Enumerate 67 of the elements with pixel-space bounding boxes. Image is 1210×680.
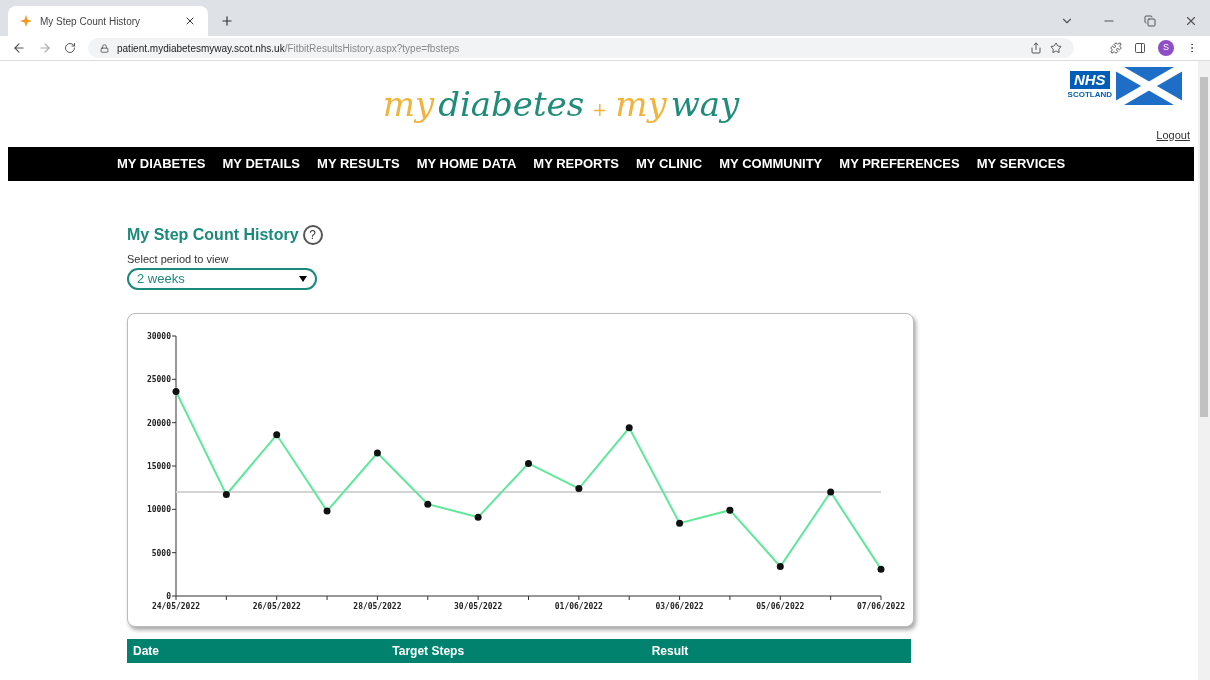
restore-icon[interactable] — [1144, 15, 1156, 27]
tab-title: My Step Count History — [40, 14, 142, 29]
data-point — [373, 449, 381, 456]
nav-link[interactable]: MY DETAILS — [222, 154, 301, 174]
x-tick-label: 24/05/2022 — [151, 601, 201, 611]
y-tick-label: 10000 — [146, 504, 171, 514]
data-point — [776, 562, 784, 570]
x-tick-label: 07/06/2022 — [856, 601, 906, 611]
data-point — [222, 490, 230, 498]
page-title: My Step Count History — [127, 225, 299, 245]
nav-link[interactable]: MY CLINIC — [636, 154, 703, 174]
reload-icon[interactable] — [64, 42, 76, 54]
share-icon[interactable] — [1030, 42, 1042, 54]
extension-icon[interactable] — [1110, 42, 1122, 54]
x-tick-label: 26/05/2022 — [252, 601, 301, 611]
side-panel-icon[interactable] — [1134, 42, 1146, 54]
star-favicon-icon — [20, 15, 32, 27]
data-point — [625, 423, 633, 431]
data-point — [172, 387, 180, 395]
nav-link[interactable]: MY DIABETES — [116, 154, 206, 174]
data-point — [676, 519, 684, 527]
column-header: Target Steps — [392, 642, 466, 660]
data-point — [726, 506, 734, 514]
period-select[interactable]: 2 weeks — [127, 267, 317, 290]
close-tab-icon[interactable] — [184, 15, 196, 27]
y-tick-label: 30000 — [146, 331, 171, 341]
column-header: Result — [651, 642, 690, 660]
data-point — [525, 459, 532, 467]
y-tick-label: 15000 — [146, 461, 171, 471]
close-window-icon[interactable] — [1184, 14, 1198, 28]
y-tick-label: 25000 — [146, 374, 171, 384]
y-tick-label: 0 — [166, 591, 171, 601]
logout-link[interactable]: Logout — [1156, 126, 1190, 143]
nav-link[interactable]: MY RESULTS — [317, 154, 400, 174]
x-tick-label: 28/05/2022 — [353, 601, 402, 611]
lock-icon — [100, 43, 109, 53]
nhs-scotland-logo: NHS SCOTLAND — [1067, 67, 1182, 105]
y-tick-label: 20000 — [146, 418, 171, 428]
url-text: patient.mydiabetesmyway.scot.nhs.uk/FitbitResultsHistory.aspx?type=fbsteps — [117, 41, 461, 56]
new-tab-icon[interactable] — [220, 14, 234, 28]
data-point — [474, 513, 482, 521]
nav-link[interactable]: MY REPORTS — [533, 154, 620, 174]
period-label: Select period to view — [127, 252, 230, 267]
x-tick-label: 30/05/2022 — [454, 601, 503, 611]
bookmark-star-icon[interactable] — [1050, 42, 1062, 54]
data-point — [575, 484, 583, 492]
nav-link[interactable]: MY SERVICES — [976, 154, 1066, 174]
nav-link[interactable]: MY PREFERENCES — [839, 154, 960, 174]
site-logo[interactable]: mydiabetes + myway — [382, 87, 740, 121]
help-button[interactable]: ? — [302, 225, 323, 245]
data-point — [323, 507, 331, 515]
data-point — [827, 488, 835, 495]
y-tick-label: 5000 — [151, 548, 171, 558]
profile-avatar[interactable]: S — [1158, 40, 1174, 56]
address-bar[interactable]: patient.mydiabetesmyway.scot.nhs.uk/FitbitResultsHistory.aspx?type=fbsteps — [88, 38, 1074, 58]
x-tick-label: 01/06/2022 — [554, 601, 603, 611]
nav-link[interactable]: MY COMMUNITY — [719, 154, 823, 174]
dropdown-caret-icon — [299, 275, 307, 282]
x-tick-label: 03/06/2022 — [655, 601, 704, 611]
browser-tab[interactable]: My Step Count History — [8, 6, 208, 36]
column-header: Date — [132, 642, 160, 660]
data-point — [424, 500, 432, 508]
nav-link[interactable]: MY HOME DATA — [416, 154, 517, 174]
data-point — [273, 430, 281, 438]
data-point — [877, 565, 885, 573]
x-tick-label: 05/06/2022 — [756, 601, 805, 611]
back-icon[interactable] — [12, 41, 26, 55]
